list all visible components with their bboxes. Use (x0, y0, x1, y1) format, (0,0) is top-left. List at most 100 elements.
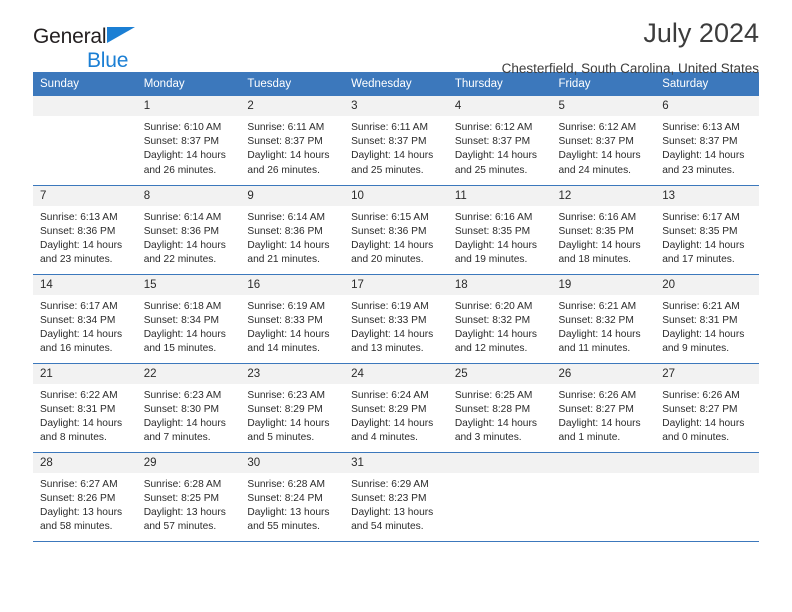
day-sunrise-text: Sunrise: 6:10 AM (143, 122, 222, 133)
calendar-day-cell[interactable]: 23 Sunrise: 6:23 AM Sunset: 8:29 PM Dayligh… (240, 363, 345, 453)
day-daylight-2-text: and 7 minutes. (143, 432, 211, 444)
day-sunset-text: Sunset: 8:32 PM (558, 314, 634, 326)
calendar-day-cell[interactable]: 21 Sunrise: 6:22 AM Sunset: 8:31 PM Dayligh… (33, 363, 137, 453)
weekday-header-sunday: Sunday (33, 72, 137, 96)
day-sunset-text: Sunset: 8:29 PM (351, 403, 427, 415)
day-sunset-text: Sunset: 8:31 PM (662, 314, 738, 326)
day-daylight-2-text: and 25 minutes. (351, 164, 424, 176)
day-daylight-2-text: and 9 minutes. (662, 343, 730, 355)
day-details: Sunrise: 6:22 AM Sunset: 8:31 PM Daylight:… (33, 384, 137, 446)
day-daylight-2-text: and 26 minutes. (143, 164, 217, 176)
day-sunrise-text: Sunrise: 6:25 AM (454, 389, 533, 401)
day-sunset-text: Sunset: 8:37 PM (143, 136, 220, 148)
day-details: Sunrise: 6:12 AM Sunset: 8:37 PM Daylight:… (552, 116, 656, 178)
calendar-day-cell[interactable]: 17 Sunrise: 6:19 AM Sunset: 8:33 PM Dayligh… (344, 274, 448, 364)
calendar-day-cell[interactable]: 19 Sunrise: 6:21 AM Sunset: 8:32 PM Dayligh… (551, 274, 656, 364)
day-number: 25 (447, 363, 552, 384)
day-number: 16 (240, 274, 345, 295)
title-block: July 2024 Chesterfield, South Carolina, … (502, 0, 759, 75)
calendar-page: General Blue July 2024 Chesterfield, Sou… (0, 0, 792, 612)
calendar-day-cell[interactable]: 28 Sunrise: 6:27 AM Sunset: 8:26 PM Dayligh… (33, 452, 137, 542)
calendar-day-cell[interactable]: 20 Sunrise: 6:21 AM Sunset: 8:31 PM Dayligh… (655, 274, 759, 364)
day-daylight-2-text: and 24 minutes. (558, 164, 632, 176)
page-header: General Blue July 2024 Chesterfield, Sou… (33, 0, 759, 75)
day-daylight-1-text: Daylight: 13 hours (351, 506, 434, 518)
day-sunset-text: Sunset: 8:37 PM (454, 136, 531, 148)
calendar-day-cell[interactable]: 30 Sunrise: 6:28 AM Sunset: 8:24 PM Dayligh… (240, 452, 345, 542)
calendar-day-cell[interactable]: 11 Sunrise: 6:16 AM Sunset: 8:35 PM Dayligh… (447, 185, 552, 275)
day-number: 26 (551, 363, 656, 384)
calendar-day-cell[interactable]: 18 Sunrise: 6:20 AM Sunset: 8:32 PM Dayligh… (447, 274, 552, 364)
day-daylight-2-text: and 19 minutes. (454, 254, 528, 266)
day-details: Sunrise: 6:17 AM Sunset: 8:34 PM Daylight:… (33, 295, 137, 357)
calendar-day-cell[interactable]: 13 Sunrise: 6:17 AM Sunset: 8:35 PM Dayligh… (655, 185, 759, 275)
day-details: Sunrise: 6:29 AM Sunset: 8:23 PM Daylight:… (344, 473, 448, 535)
calendar-day-cell[interactable]: 14 Sunrise: 6:17 AM Sunset: 8:34 PM Dayligh… (33, 274, 137, 364)
generalblue-logo[interactable]: General Blue (33, 26, 135, 72)
calendar-day-cell[interactable]: 24 Sunrise: 6:24 AM Sunset: 8:29 PM Dayligh… (344, 363, 448, 453)
day-daylight-2-text: and 11 minutes. (558, 343, 631, 355)
day-sunrise-text: Sunrise: 6:17 AM (662, 211, 740, 223)
calendar-day-cell[interactable]: 26 Sunrise: 6:26 AM Sunset: 8:27 PM Dayligh… (551, 363, 656, 453)
calendar-day-cell[interactable]: 25 Sunrise: 6:25 AM Sunset: 8:28 PM Dayligh… (447, 363, 552, 453)
day-number: 21 (33, 363, 137, 384)
day-details: Sunrise: 6:11 AM Sunset: 8:37 PM Daylight:… (344, 116, 448, 178)
day-sunrise-text: Sunrise: 6:21 AM (558, 300, 637, 312)
calendar-day-cell-empty (655, 452, 759, 542)
calendar-day-cell[interactable]: 31 Sunrise: 6:29 AM Sunset: 8:23 PM Dayligh… (344, 452, 448, 542)
day-sunrise-text: Sunrise: 6:20 AM (454, 300, 533, 312)
day-number: 6 (655, 96, 759, 116)
day-details: Sunrise: 6:13 AM Sunset: 8:37 PM Daylight:… (655, 116, 759, 178)
calendar-day-cell[interactable]: 3 Sunrise: 6:11 AM Sunset: 8:37 PM Daylight… (344, 96, 448, 186)
day-sunrise-text: Sunrise: 6:11 AM (247, 122, 325, 133)
calendar-day-cell[interactable]: 10 Sunrise: 6:15 AM Sunset: 8:36 PM Dayligh… (344, 185, 448, 275)
day-number: 18 (447, 274, 552, 295)
day-daylight-2-text: and 25 minutes. (454, 164, 528, 176)
day-details: Sunrise: 6:23 AM Sunset: 8:29 PM Daylight:… (240, 384, 344, 446)
day-daylight-1-text: Daylight: 13 hours (143, 506, 226, 518)
calendar-day-cell[interactable]: 4 Sunrise: 6:12 AM Sunset: 8:37 PM Daylight… (447, 96, 552, 186)
day-sunrise-text: Sunrise: 6:16 AM (558, 211, 637, 223)
day-number: 14 (33, 274, 137, 295)
day-details: Sunrise: 6:21 AM Sunset: 8:31 PM Daylight:… (655, 295, 759, 357)
day-daylight-2-text: and 17 minutes. (662, 254, 735, 266)
sunrise-sunset-calendar: Sunday Monday Tuesday Wednesday Thursday Frid… (33, 72, 759, 542)
day-details: Sunrise: 6:26 AM Sunset: 8:27 PM Daylight:… (552, 384, 656, 446)
day-details: Sunrise: 6:16 AM Sunset: 8:35 PM Daylight:… (552, 206, 656, 268)
calendar-day-cell[interactable]: 22 Sunrise: 6:23 AM Sunset: 8:30 PM Dayligh… (136, 363, 241, 453)
day-number: 3 (344, 96, 448, 116)
day-sunset-text: Sunset: 8:35 PM (662, 225, 738, 237)
page-title: July 2024 (643, 18, 759, 48)
day-sunset-text: Sunset: 8:35 PM (558, 225, 634, 237)
calendar-day-cell-empty (33, 96, 137, 186)
day-number: 10 (344, 185, 448, 206)
day-sunrise-text: Sunrise: 6:28 AM (247, 478, 325, 490)
calendar-day-cell[interactable]: 29 Sunrise: 6:28 AM Sunset: 8:25 PM Dayligh… (136, 452, 241, 542)
day-details: Sunrise: 6:25 AM Sunset: 8:28 PM Daylight:… (448, 384, 552, 446)
calendar-day-cell[interactable]: 1 Sunrise: 6:10 AM Sunset: 8:37 PM Daylight… (136, 96, 241, 186)
calendar-day-cell[interactable]: 9 Sunrise: 6:14 AM Sunset: 8:36 PM Daylight… (240, 185, 345, 275)
calendar-day-cell[interactable]: 5 Sunrise: 6:12 AM Sunset: 8:37 PM Daylight… (551, 96, 656, 186)
calendar-day-cell[interactable]: 12 Sunrise: 6:16 AM Sunset: 8:35 PM Dayligh… (551, 185, 656, 275)
logo-text-blue: Blue (87, 49, 129, 72)
day-details: Sunrise: 6:23 AM Sunset: 8:30 PM Daylight:… (137, 384, 241, 446)
calendar-day-cell[interactable]: 27 Sunrise: 6:26 AM Sunset: 8:27 PM Dayligh… (655, 363, 759, 453)
day-number: 12 (551, 185, 656, 206)
day-daylight-1-text: Daylight: 14 hours (247, 417, 330, 429)
calendar-day-cell[interactable]: 2 Sunrise: 6:11 AM Sunset: 8:37 PM Daylight… (240, 96, 345, 186)
day-sunset-text: Sunset: 8:33 PM (247, 314, 323, 326)
day-daylight-2-text: and 57 minutes. (143, 521, 217, 533)
calendar-day-cell[interactable]: 16 Sunrise: 6:19 AM Sunset: 8:33 PM Dayligh… (240, 274, 345, 364)
calendar-day-cell[interactable]: 8 Sunrise: 6:14 AM Sunset: 8:36 PM Daylight… (136, 185, 241, 275)
calendar-day-cell[interactable]: 15 Sunrise: 6:18 AM Sunset: 8:34 PM Dayligh… (136, 274, 241, 364)
day-sunset-text: Sunset: 8:35 PM (454, 225, 531, 237)
calendar-day-cell[interactable]: 7 Sunrise: 6:13 AM Sunset: 8:36 PM Daylight… (33, 185, 137, 275)
day-number: 29 (136, 452, 241, 473)
calendar-day-cell[interactable]: 6 Sunrise: 6:13 AM Sunset: 8:37 PM Daylight… (655, 96, 759, 186)
day-daylight-1-text: Daylight: 14 hours (143, 239, 226, 251)
day-sunrise-text: Sunrise: 6:14 AM (247, 211, 325, 223)
day-daylight-2-text: and 1 minute. (558, 432, 621, 444)
day-sunset-text: Sunset: 8:32 PM (454, 314, 531, 326)
day-daylight-1-text: Daylight: 14 hours (558, 150, 641, 162)
weekday-header-wednesday: Wednesday (344, 72, 448, 96)
